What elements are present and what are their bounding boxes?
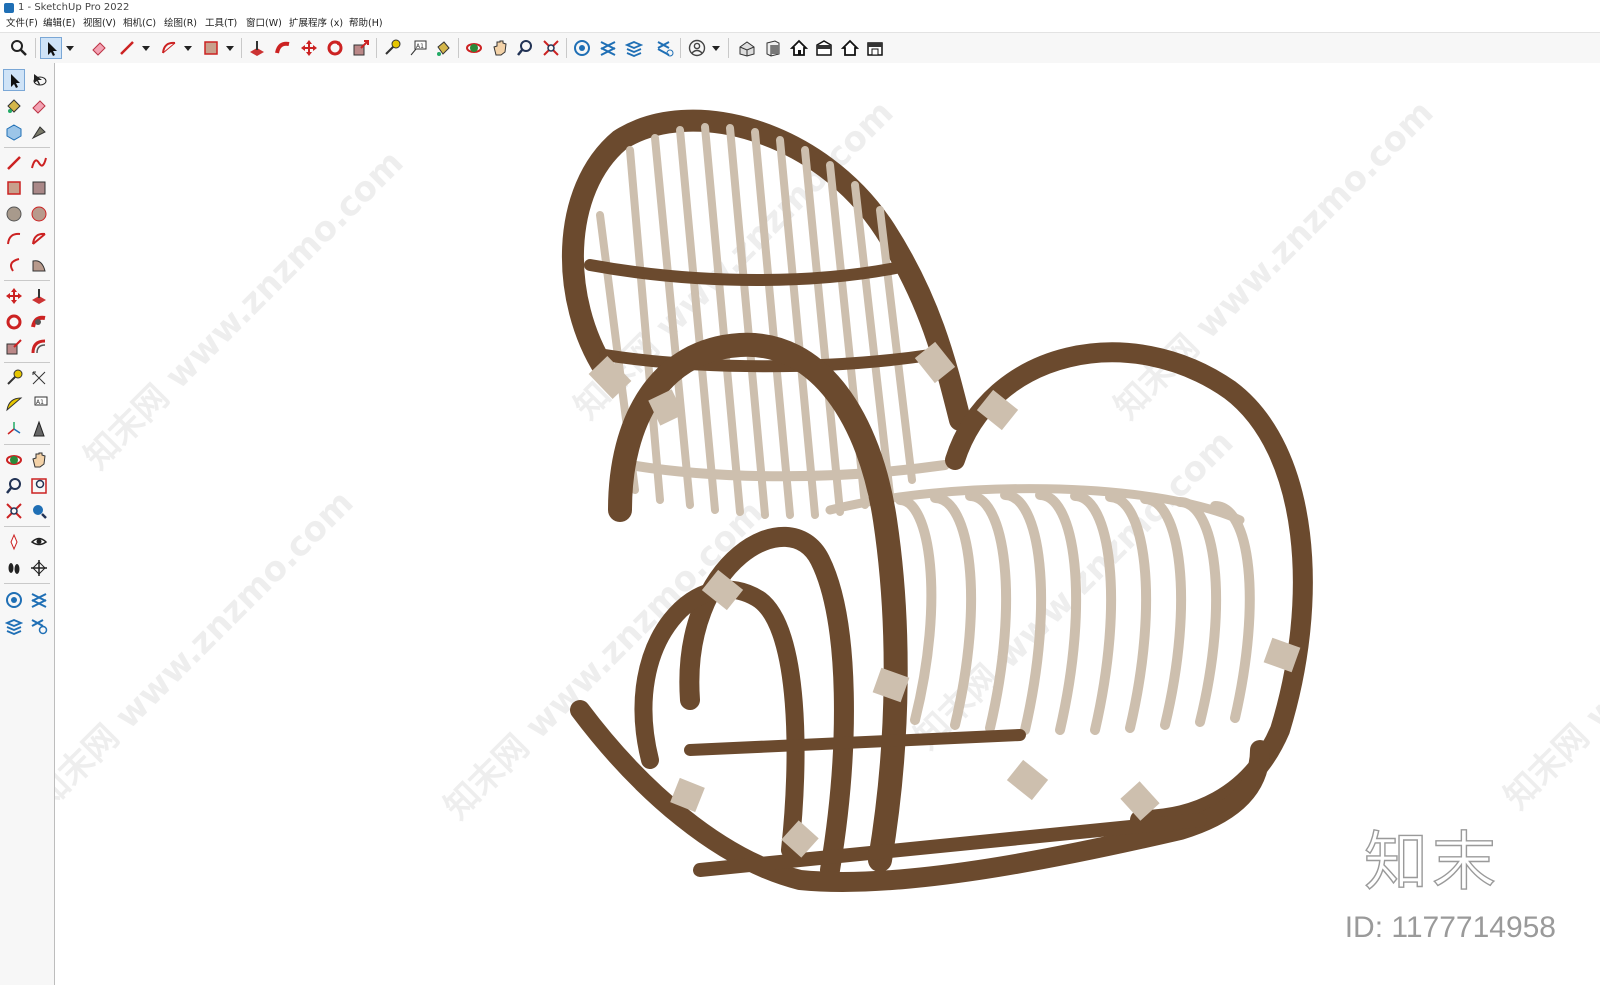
menu-tools[interactable]: 工具(T) — [205, 16, 237, 32]
top-view-icon[interactable] — [788, 37, 810, 59]
follow-me-icon[interactable] — [28, 311, 50, 333]
menu-file[interactable]: 文件(F) — [6, 16, 38, 32]
scale-icon[interactable] — [3, 336, 25, 358]
eraser-icon[interactable] — [88, 37, 110, 59]
rotate-icon[interactable] — [3, 311, 25, 333]
orbit-icon[interactable] — [463, 37, 485, 59]
sandbox-icon[interactable] — [3, 589, 25, 611]
text-icon[interactable]: A1 — [407, 37, 429, 59]
arc3-icon[interactable] — [3, 254, 25, 276]
menu-view[interactable]: 视图(V) — [83, 16, 116, 32]
menu-help[interactable]: 帮助(H) — [349, 16, 383, 32]
tool-palette: A1 — [0, 63, 55, 985]
sector-icon[interactable] — [28, 254, 50, 276]
pan-icon[interactable] — [28, 449, 50, 471]
walk-icon[interactable] — [3, 557, 25, 579]
arc-icon[interactable] — [3, 228, 25, 250]
arc-dropdown[interactable] — [182, 37, 192, 59]
rectangle-icon[interactable] — [3, 177, 25, 199]
left-view-icon[interactable] — [864, 37, 886, 59]
freehand-icon[interactable] — [28, 152, 50, 174]
title-bar: 1 - SketchUp Pro 2022 — [0, 0, 1600, 16]
pencil-line-icon[interactable] — [116, 37, 138, 59]
svg-text:A1: A1 — [416, 43, 424, 50]
front-view-icon[interactable] — [762, 37, 784, 59]
select-dropdown[interactable] — [64, 37, 74, 59]
position-camera-icon[interactable] — [3, 531, 25, 553]
zoom-window-icon[interactable] — [28, 475, 50, 497]
tape-measure-icon[interactable] — [3, 367, 25, 389]
model-viewport[interactable]: 知末网 www.znzmo.com 知末网 www.znzmo.com 知末网 … — [55, 63, 1600, 985]
section-icon[interactable] — [654, 37, 676, 59]
zoom-icon[interactable] — [8, 37, 30, 59]
shape-dropdown[interactable] — [224, 37, 234, 59]
line-icon[interactable] — [3, 152, 25, 174]
zoom-icon[interactable] — [3, 475, 25, 497]
zoom-extents-icon[interactable] — [540, 37, 562, 59]
dimension-icon[interactable] — [28, 367, 50, 389]
user-icon[interactable] — [686, 37, 708, 59]
polygon-icon[interactable] — [28, 203, 50, 225]
push-pull-icon[interactable] — [246, 37, 268, 59]
follow-me-icon[interactable] — [272, 37, 294, 59]
rectangle-icon[interactable] — [200, 37, 222, 59]
brand-logo: 知末 — [1363, 825, 1500, 900]
pan-icon[interactable] — [489, 37, 511, 59]
axes-icon[interactable] — [3, 418, 25, 440]
menu-bar: 文件(F) 编辑(E) 视图(V) 相机(C) 绘图(R) 工具(T) 窗口(W… — [0, 16, 1600, 32]
look-around-icon[interactable] — [28, 531, 50, 553]
zoom-extents-icon[interactable] — [3, 500, 25, 522]
orbit2-icon[interactable] — [3, 449, 25, 471]
menu-draw[interactable]: 绘图(R) — [164, 16, 197, 32]
menu-window[interactable]: 窗口(W) — [246, 16, 282, 32]
protractor-icon[interactable] — [3, 393, 25, 415]
move-icon[interactable] — [3, 285, 25, 307]
move-icon[interactable] — [298, 37, 320, 59]
user-dropdown[interactable] — [710, 37, 720, 59]
window-title: 1 - SketchUp Pro 2022 — [18, 2, 130, 13]
paint-bucket-icon[interactable] — [432, 37, 454, 59]
menu-camera[interactable]: 相机(C) — [123, 16, 156, 32]
right-view-icon[interactable] — [813, 37, 835, 59]
scale-icon[interactable] — [350, 37, 372, 59]
brand-id: ID: 1177714958 — [1344, 911, 1556, 944]
orbit-icon[interactable] — [28, 69, 50, 91]
tape-measure-icon[interactable] — [381, 37, 403, 59]
text-icon[interactable]: A1 — [28, 393, 50, 415]
3d-text-icon[interactable] — [28, 418, 50, 440]
sandbox-icon[interactable] — [571, 37, 593, 59]
eraser-icon[interactable] — [28, 95, 50, 117]
circle-icon[interactable] — [3, 203, 25, 225]
line-dropdown[interactable] — [140, 37, 150, 59]
previous-icon[interactable] — [28, 500, 50, 522]
rotate-icon[interactable] — [324, 37, 346, 59]
push-pull-icon[interactable] — [28, 285, 50, 307]
arc-icon[interactable] — [158, 37, 180, 59]
iso-view-icon[interactable] — [736, 37, 758, 59]
offset-icon[interactable] — [28, 336, 50, 358]
svg-text:A1: A1 — [36, 399, 44, 406]
tag-icon[interactable] — [28, 121, 50, 143]
menu-edit[interactable]: 编辑(E) — [43, 16, 75, 32]
layers-icon[interactable] — [3, 615, 25, 637]
menu-extensions[interactable]: 扩展程序 (x) — [289, 16, 343, 32]
rotated-rectangle-icon[interactable] — [28, 177, 50, 199]
xray-icon[interactable] — [28, 589, 50, 611]
main-toolbar: A1 — [0, 32, 1600, 64]
back-view-icon[interactable] — [839, 37, 861, 59]
paint-bucket-icon[interactable] — [3, 95, 25, 117]
section-plane-icon[interactable] — [28, 557, 50, 579]
settings-icon[interactable] — [28, 615, 50, 637]
select-icon[interactable] — [40, 37, 62, 59]
select-icon[interactable] — [3, 69, 25, 91]
zoom-window-icon[interactable] — [514, 37, 536, 59]
pie-icon[interactable] — [28, 228, 50, 250]
component-icon[interactable] — [3, 121, 25, 143]
layers-icon[interactable] — [623, 37, 645, 59]
sketchup-app-icon — [4, 3, 14, 13]
xray-icon[interactable] — [597, 37, 619, 59]
